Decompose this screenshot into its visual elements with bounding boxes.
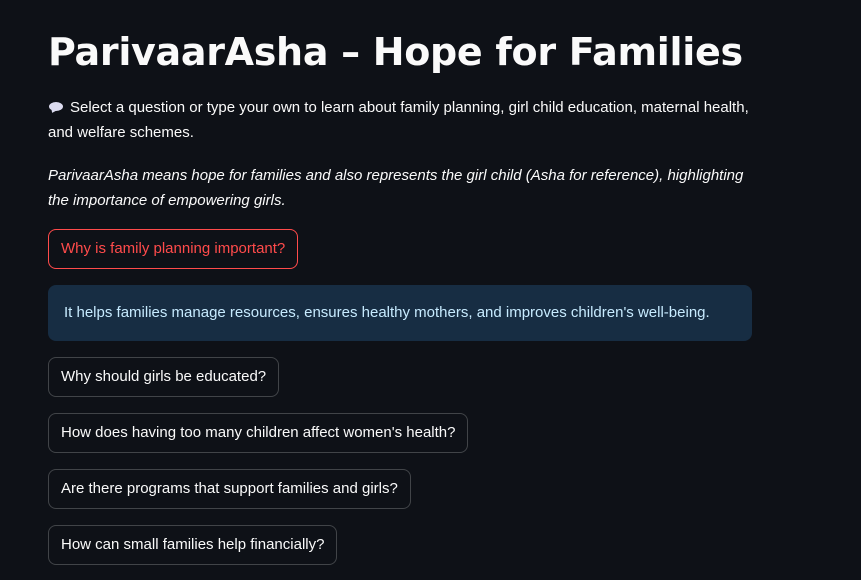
- speech-bubble-icon: [48, 102, 64, 113]
- intro-text: Select a question or type your own to le…: [48, 95, 752, 145]
- page-title: ParivaarAsha – Hope for Families: [48, 30, 743, 74]
- question-button-womens-health[interactable]: How does having too many children affect…: [48, 413, 469, 453]
- question-button-support-programs[interactable]: Are there programs that support families…: [48, 469, 411, 509]
- question-button-small-families[interactable]: How can small families help financially?: [48, 525, 338, 565]
- question-button-family-planning[interactable]: Why is family planning important?: [48, 229, 299, 269]
- answer-info-box: It helps families manage resources, ensu…: [48, 285, 752, 341]
- name-meaning-text: ParivaarAsha means hope for families and…: [48, 167, 744, 209]
- intro-text-content: Select a question or type your own to le…: [48, 99, 749, 141]
- question-button-girls-education[interactable]: Why should girls be educated?: [48, 357, 280, 397]
